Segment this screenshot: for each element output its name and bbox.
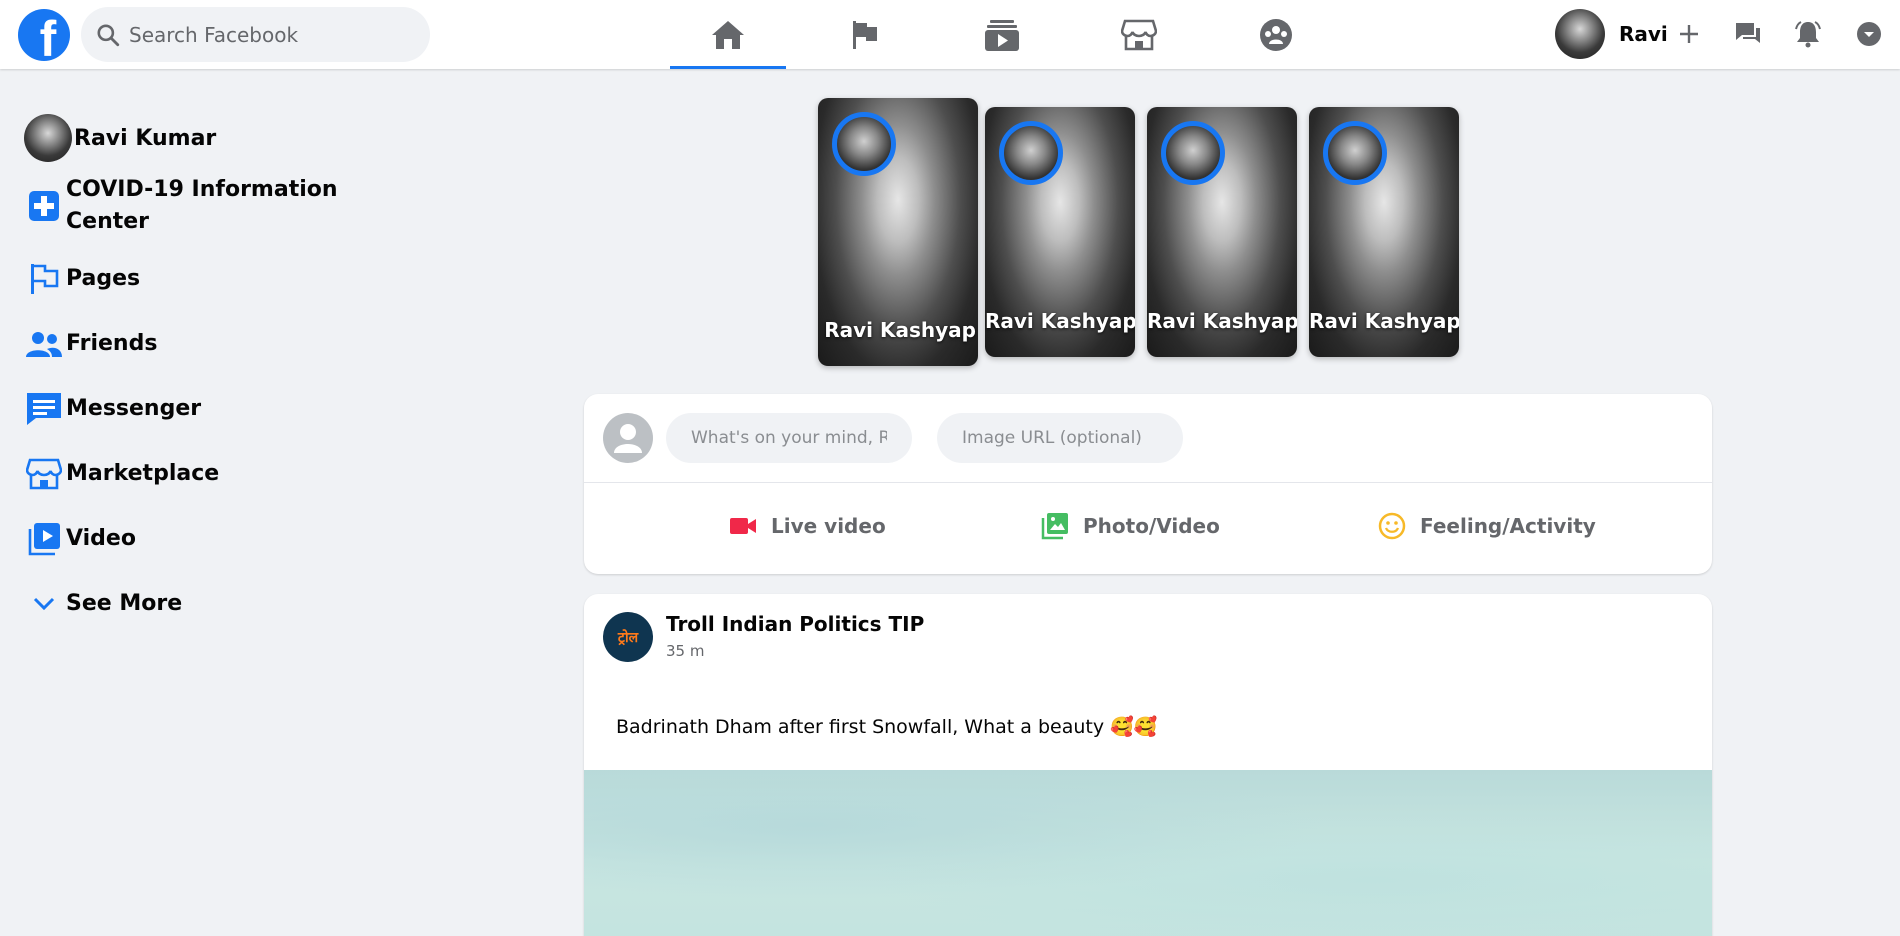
facebook-logo-letter: f [39, 11, 57, 61]
story-avatar [832, 112, 896, 176]
photo-icon [1041, 512, 1069, 540]
top-navigation-bar: f Ravi [0, 0, 1900, 69]
post-author-name[interactable]: Troll Indian Politics TIP [666, 612, 924, 636]
sidebar-item-label: Ravi Kumar [74, 125, 217, 151]
tab-groups[interactable] [1218, 0, 1334, 69]
action-label: Feeling/Activity [1420, 514, 1596, 538]
story-avatar [1161, 121, 1225, 185]
sidebar-item-label: Friends [66, 331, 158, 356]
story-name: Ravi Kashyap [985, 309, 1135, 333]
post-composer: Live video Photo/Video Feeling/Activity [584, 394, 1712, 574]
profile-name: Ravi [1619, 22, 1668, 46]
tab-pages[interactable] [807, 0, 923, 69]
tab-marketplace[interactable] [1081, 0, 1197, 69]
flag-icon [853, 20, 877, 49]
sidebar-item-video[interactable]: Video [24, 506, 354, 571]
marketplace-icon [24, 454, 64, 494]
sidebar-item-covid[interactable]: COVID-19 Information Center [24, 174, 354, 238]
story-card[interactable]: Ravi Kashyap [1147, 107, 1297, 357]
divider [584, 482, 1712, 483]
tab-watch[interactable] [944, 0, 1060, 69]
sidebar-item-messenger[interactable]: Messenger [24, 376, 354, 441]
search-input[interactable] [129, 22, 399, 47]
avatar-text: ट्रोल [617, 629, 639, 646]
sidebar-item-label: COVID-19 Information Center [66, 177, 338, 234]
story-card[interactable]: Ravi Kashyap [1309, 107, 1459, 357]
story-name: Ravi Kashyap [1309, 309, 1459, 333]
action-label: Photo/Video [1083, 514, 1220, 538]
feeling-activity-button[interactable]: Feeling/Activity [1378, 512, 1596, 540]
sidebar-item-friends[interactable]: Friends [24, 311, 354, 376]
friends-icon [24, 324, 64, 364]
facebook-logo[interactable]: f [18, 9, 70, 61]
story-avatar [999, 121, 1063, 185]
left-sidebar: Ravi Kumar COVID-19 Information Center P… [24, 110, 354, 636]
sidebar-item-pages[interactable]: Pages [24, 246, 354, 311]
sidebar-item-label: Video [66, 526, 136, 551]
notifications-button[interactable] [1788, 14, 1828, 54]
tab-home[interactable] [670, 0, 786, 69]
feed-post: ट्रोल Troll Indian Politics TIP 35 m Bad… [584, 594, 1712, 936]
story-name: Ravi Kashyap [824, 318, 976, 342]
story-card[interactable]: Ravi Kashyap [985, 107, 1135, 357]
account-menu-button[interactable] [1849, 14, 1889, 54]
chevron-down-icon [1857, 22, 1881, 46]
groups-icon [1260, 18, 1292, 51]
plus-icon [1680, 25, 1698, 43]
status-input[interactable] [666, 413, 912, 463]
sidebar-item-label: See More [66, 591, 183, 616]
marketplace-icon [1121, 19, 1157, 50]
story-avatar [1323, 121, 1387, 185]
avatar [24, 114, 72, 162]
story-name: Ravi Kashyap [1147, 309, 1297, 333]
story-card[interactable]: Ravi Kashyap [818, 98, 978, 366]
sidebar-item-label: Messenger [66, 396, 202, 421]
photo-video-button[interactable]: Photo/Video [1041, 512, 1220, 540]
sidebar-item-label: Marketplace [66, 461, 220, 486]
live-video-icon [729, 512, 757, 540]
post-text: Badrinath Dham after first Snowfall, Wha… [616, 716, 1158, 738]
chevron-down-icon [24, 584, 64, 624]
search-box[interactable] [81, 7, 430, 62]
flag-icon [24, 259, 64, 299]
sidebar-item-label: Pages [66, 266, 141, 291]
default-avatar-icon [603, 413, 653, 463]
image-url-input[interactable] [937, 413, 1183, 463]
watch-icon [985, 19, 1019, 51]
sidebar-item-profile[interactable]: Ravi Kumar [24, 110, 354, 166]
create-button[interactable] [1669, 14, 1709, 54]
sidebar-item-marketplace[interactable]: Marketplace [24, 441, 354, 506]
profile-shortcut[interactable]: Ravi [1555, 9, 1668, 59]
live-video-button[interactable]: Live video [729, 512, 886, 540]
messenger-icon [24, 389, 64, 429]
covid-info-icon [24, 186, 64, 226]
bell-icon [1795, 21, 1821, 48]
avatar [1555, 9, 1605, 59]
post-image[interactable] [584, 770, 1712, 936]
action-label: Live video [771, 514, 886, 538]
home-icon [712, 20, 744, 49]
chat-icon [1736, 23, 1760, 43]
video-icon [24, 519, 64, 559]
smiley-icon [1378, 512, 1406, 540]
see-more-button[interactable]: See More [24, 571, 354, 636]
post-timestamp[interactable]: 35 m [666, 642, 704, 660]
search-icon [97, 23, 120, 46]
messenger-button[interactable] [1728, 14, 1768, 54]
post-author-avatar[interactable]: ट्रोल [603, 612, 653, 662]
